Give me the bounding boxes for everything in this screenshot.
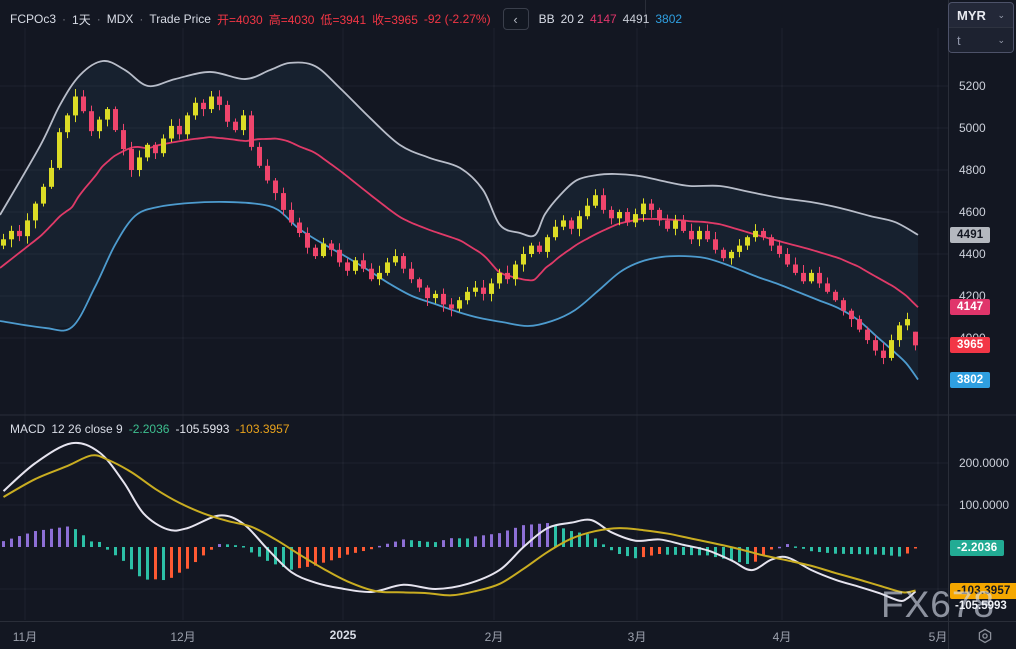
candlestick-chart-svg[interactable] [0, 0, 1016, 649]
price-axis[interactable]: 5200500048004600440042004000200.0000100.… [948, 0, 1016, 621]
currency-dropdown[interactable]: MYR ⌄ [949, 3, 1013, 27]
macd-tick-100: 100.0000 [959, 498, 1010, 512]
separator: · [139, 12, 144, 26]
bb-basis-value: 4147 [589, 12, 617, 26]
macd-hist-badge: -2.2036 [950, 539, 1005, 556]
high-value: 高=4030 [268, 12, 315, 27]
price-tick-4600: 4600 [959, 205, 986, 219]
bb-basis-badge: 4147 [950, 299, 991, 316]
collapse-legend-button[interactable]: ‹ [502, 8, 529, 30]
time-label-2月: 2月 [484, 630, 504, 644]
bb-lower-value: 3802 [655, 12, 683, 26]
trading-chart-app: FCPOc3 · 1天 · MDX · Trade Price 开=4030 高… [0, 0, 1016, 649]
price-tick-5000: 5000 [959, 121, 986, 135]
change-value: -92 (-2.27%) [423, 12, 491, 26]
macd-legend: MACD 12 26 close 9 -2.2036 -105.5993 -10… [10, 422, 290, 436]
axis-settings-button[interactable] [974, 626, 996, 646]
time-label-11月: 11月 [12, 630, 38, 644]
bb-upper-badge: 4491 [950, 226, 991, 243]
series-type-label: Trade Price [149, 12, 211, 26]
unit-value: t [957, 32, 961, 48]
macd-tick-200: 200.0000 [959, 456, 1010, 470]
macd-params: 12 26 close 9 [51, 422, 123, 436]
interval-label[interactable]: 1天 [72, 11, 91, 28]
price-tick-4800: 4800 [959, 163, 986, 177]
time-label-4月: 4月 [772, 630, 792, 644]
separator: · [62, 12, 67, 26]
currency-value: MYR [957, 7, 986, 23]
macd-line [2, 441, 917, 602]
symbol-name[interactable]: FCPOc3 [10, 12, 56, 26]
time-label-2025: 2025 [329, 628, 357, 642]
price-tick-4400: 4400 [959, 247, 986, 261]
macd-signal-value: -103.3957 [235, 422, 290, 436]
bb-indicator-name[interactable]: BB [539, 12, 555, 26]
bb-lower-badge: 3802 [950, 371, 991, 388]
macd-hist-value: -2.2036 [128, 422, 170, 436]
close-value: 收=3965 [372, 12, 418, 27]
axis-corner-divider [948, 622, 949, 649]
low-value: 低=3941 [320, 12, 367, 27]
unit-dropdown[interactable]: t ⌄ [949, 27, 1013, 52]
exchange-label: MDX [106, 12, 134, 26]
chevron-left-icon: ‹ [513, 11, 518, 27]
bb-upper-value: 4491 [622, 12, 650, 26]
time-label-5月: 5月 [928, 630, 948, 644]
price-pane[interactable] [0, 60, 919, 381]
macd-histogram [2, 523, 917, 581]
chevron-down-icon: ⌄ [997, 9, 1005, 20]
chevron-down-icon: ⌄ [997, 34, 1005, 45]
open-value: 开=4030 [216, 12, 263, 27]
time-label-3月: 3月 [627, 630, 647, 644]
macd-line-axis-label: -105.5993 [955, 600, 1007, 612]
separator: · [96, 12, 101, 26]
last-price-badge: 3965 [950, 337, 991, 354]
price-tick-5200: 5200 [959, 79, 986, 93]
macd-pane[interactable] [2, 441, 917, 602]
macd-indicator-name[interactable]: MACD [10, 422, 45, 436]
time-axis[interactable]: 11月 12月 2025 2月 3月 4月 5月 [0, 621, 1016, 649]
gear-icon [978, 628, 992, 644]
symbol-legend: FCPOc3 · 1天 · MDX · Trade Price 开=4030 高… [10, 8, 682, 30]
time-label-12月: 12月 [170, 630, 196, 644]
currency-unit-widget: MYR ⌄ t ⌄ [948, 2, 1014, 53]
macd-line-value: -105.5993 [175, 422, 230, 436]
bb-params: 20 2 [560, 12, 584, 26]
